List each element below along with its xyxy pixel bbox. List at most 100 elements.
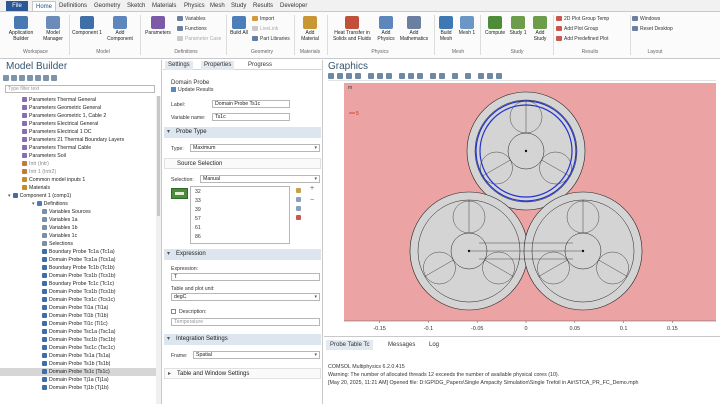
select-boundary-icon[interactable] [408, 73, 414, 79]
import-button[interactable]: Import [252, 16, 274, 22]
zoom-out-icon[interactable] [337, 73, 343, 79]
tab-materials[interactable]: Materials [152, 1, 176, 11]
expand-icon[interactable] [35, 75, 41, 81]
graphics-canvas[interactable]: -0.15 -0.1 -0.05 0 0.05 0.1 0.15 m 5 [328, 83, 716, 335]
selection-list-item[interactable]: 39 [195, 207, 201, 213]
component-button[interactable]: Component 1 [71, 16, 103, 36]
tree-node[interactable]: Boundary Probe Tc1b (Tc1b) [0, 264, 156, 272]
tree-node[interactable]: Domain Probe Ts1a (Ts1a) [0, 352, 156, 360]
tree-node[interactable]: Selections [0, 240, 156, 248]
tab-study[interactable]: Study [231, 1, 246, 11]
print-icon[interactable] [487, 73, 493, 79]
add-plot-group-button[interactable]: Add Plot Group [556, 26, 598, 32]
tab-log[interactable]: Log [425, 340, 443, 350]
tab-file[interactable]: File [6, 1, 28, 11]
tree-node[interactable]: Variables 1c [0, 232, 156, 240]
tree-node[interactable]: Parameters Soil [0, 152, 156, 160]
tab-developer[interactable]: Developer [280, 1, 307, 11]
tree-node[interactable]: Domain Probe Ts1c (Ts1c) [0, 368, 156, 376]
description-input[interactable]: Temperature [171, 318, 320, 326]
wireframe-icon[interactable] [465, 73, 471, 79]
tree-node[interactable]: Parameters Electrical General [0, 120, 156, 128]
variables-button[interactable]: Variables [177, 16, 205, 22]
build-mesh-button[interactable]: Build Mesh [436, 16, 456, 42]
tree-node[interactable]: Variables 1a [0, 216, 156, 224]
tree-node[interactable]: ▾ Component 1 (comp1) [0, 192, 156, 200]
tab-settings[interactable]: Settings [165, 61, 193, 70]
application-builder-button[interactable]: Application Builder [3, 16, 39, 42]
tree-node[interactable]: Domain Probe Ti1b (Ti1b) [0, 312, 156, 320]
paste-selection-icon[interactable] [296, 188, 301, 193]
tree-node[interactable]: Variables 1b [0, 224, 156, 232]
tree-node[interactable]: ▾ Definitions [0, 200, 156, 208]
tree-node[interactable]: Domain Probe Tsc1b (Tsc1b) [0, 336, 156, 344]
livelink-button[interactable]: LiveLink [252, 26, 278, 32]
tree-node[interactable]: Boundary Probe Tc1a (Tc1a) [0, 248, 156, 256]
tree-node[interactable]: Intr (Intr) [0, 160, 156, 168]
model-tree-scrollbar[interactable] [156, 96, 161, 404]
tree-node[interactable]: Common model inputs 1 [0, 176, 156, 184]
remove-from-selection-icon[interactable]: − [310, 197, 314, 204]
model-manager-button[interactable]: Model Manager [40, 16, 66, 42]
update-results-button[interactable]: Update Results [171, 87, 213, 93]
zoom-in-icon[interactable] [328, 73, 334, 79]
tree-node[interactable]: Domain Probe Ts1b (Ts1b) [0, 360, 156, 368]
clear-selection-icon[interactable] [296, 206, 301, 211]
tab-messages[interactable]: Messages [384, 340, 419, 350]
label-input[interactable]: Domain Probe Ts1c [212, 100, 290, 108]
tab-physics[interactable]: Physics [184, 1, 205, 11]
back-icon[interactable] [3, 75, 9, 81]
tab-home[interactable]: Home [32, 1, 57, 11]
frame-select[interactable]: Spatial [193, 351, 320, 359]
select-domain-icon[interactable] [399, 73, 405, 79]
clear-all-icon[interactable] [439, 73, 445, 79]
variable-name-input[interactable]: Ts1c [212, 113, 290, 121]
add-component-button[interactable]: Add Component [104, 16, 136, 42]
show-icon[interactable] [19, 75, 25, 81]
grid-icon[interactable] [386, 73, 392, 79]
section-integration-settings[interactable]: ▾ Integration Settings [164, 334, 321, 345]
unit-select[interactable]: degC [171, 293, 320, 301]
tree-node[interactable]: Domain Probe Tsc1c (Tsc1c) [0, 344, 156, 352]
parameter-case-button[interactable]: Parameter Case [177, 36, 221, 42]
transparency-icon[interactable] [452, 73, 458, 79]
description-checkbox[interactable]: Description: [171, 309, 206, 315]
mesh1-button[interactable]: Mesh 1 [457, 16, 477, 36]
tree-node[interactable]: Boundary Probe Tc1c (Tc1c) [0, 280, 156, 288]
add-mathematics-button[interactable]: Add Mathematics [398, 16, 430, 42]
select-point-icon[interactable] [417, 73, 423, 79]
image-snapshot-icon[interactable] [496, 73, 502, 79]
tree-node[interactable]: Parameters Geometric General [0, 104, 156, 112]
tree-node[interactable]: Domain Probe Tcs1a (Tcs1a) [0, 256, 156, 264]
selection-select[interactable]: Manual [200, 175, 320, 183]
windows-button[interactable]: Windows [632, 16, 660, 22]
selection-list-item[interactable]: 86 [195, 234, 201, 240]
tree-node[interactable]: Domain Probe Tj1a (Tj1a) [0, 376, 156, 384]
tree-node[interactable]: Materials [0, 184, 156, 192]
tab-definitions[interactable]: Definitions [59, 1, 87, 11]
collapse-icon[interactable] [27, 75, 33, 81]
tree-node[interactable]: Parameters Thermal General [0, 96, 156, 104]
camera-icon[interactable] [478, 73, 484, 79]
copy-selection-icon[interactable] [296, 197, 301, 202]
tree-node[interactable]: Parameters Thermal Cable [0, 144, 156, 152]
tree-node[interactable]: Domain Probe Tsc1a (Tsc1a) [0, 328, 156, 336]
tab-properties[interactable]: Properties [201, 61, 235, 70]
select-mode-icon[interactable] [368, 73, 374, 79]
add-physics-button[interactable]: Add Physics [375, 16, 397, 42]
add-predefined-plot-button[interactable]: Add Predefined Plot [556, 36, 608, 42]
selection-list-item[interactable]: 32 [195, 189, 201, 195]
heat-transfer-button[interactable]: Heat Transfer in Solids and Fluids [329, 16, 375, 42]
type-select[interactable]: Maximum [190, 144, 320, 152]
part-libraries-button[interactable]: Part Libraries [252, 36, 290, 42]
section-probe-type[interactable]: ▾ Probe Type [164, 127, 321, 138]
build-all-button[interactable]: Build All [228, 16, 250, 36]
reset-desktop-button[interactable]: Reset Desktop [632, 26, 673, 32]
tree-node[interactable]: Parameters Electrical 1 DC [0, 128, 156, 136]
view-icon[interactable] [377, 73, 383, 79]
selection-list-item[interactable]: 33 [195, 198, 201, 204]
plot-group-2d-button[interactable]: 2D Plot Group Temp [556, 16, 609, 22]
selection-list-item[interactable]: 57 [195, 216, 201, 222]
tab-probe-table[interactable]: Probe Table Tc [326, 340, 374, 350]
section-source-selection[interactable]: Source Selection [164, 158, 321, 169]
